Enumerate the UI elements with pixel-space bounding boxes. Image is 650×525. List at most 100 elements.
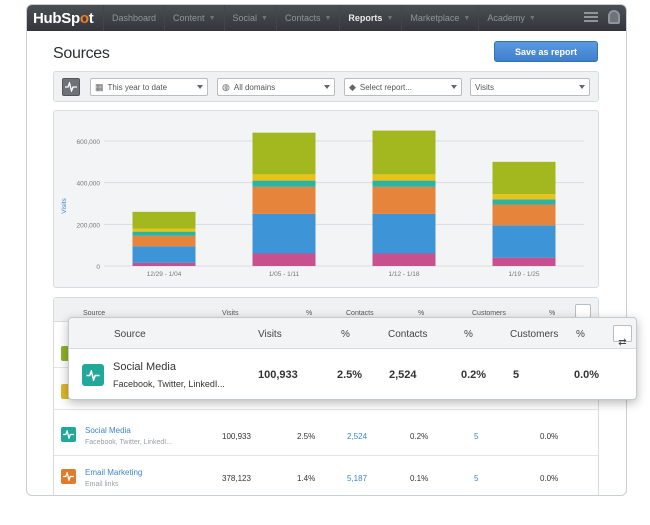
bar-segment — [132, 246, 196, 263]
bar-segment — [372, 253, 436, 266]
nav-right-tools — [584, 10, 620, 24]
nav-item-content[interactable]: Content ▼ — [164, 5, 223, 31]
bar-segment — [252, 180, 316, 187]
bar-segment — [252, 253, 316, 266]
chevron-down-icon — [324, 85, 330, 89]
chevron-down-icon — [197, 85, 203, 89]
y-tick-label: 0 — [96, 264, 100, 271]
chart-panel: 0 200,000 400,000 600,000 Visits 12/29 - 1/04… — [53, 110, 599, 288]
source-name-link[interactable]: Social Media — [85, 426, 131, 435]
contacts-pct-value: 0.1% — [410, 474, 429, 483]
popup-contacts-link[interactable]: 2,524 — [389, 369, 417, 381]
col-contacts-pct: % — [418, 310, 425, 317]
popup-contacts-pct-value: 0.2% — [461, 369, 487, 381]
nav-item-dashboard[interactable]: Dashboard — [103, 5, 164, 31]
chart-toggle-button[interactable] — [62, 78, 80, 96]
bar-segment — [132, 235, 196, 247]
bar-segment — [372, 213, 436, 254]
calendar-icon: ▦ — [95, 81, 104, 92]
x-tick-label: 1/12 - 1/18 — [388, 271, 419, 278]
bar-segment — [492, 161, 556, 195]
chevron-down-icon: ▼ — [208, 14, 216, 22]
col-visits-pct: % — [306, 310, 313, 317]
table-row[interactable]: Social Media Facebook, Twitter, LinkedI.… — [54, 412, 598, 456]
popup-col-contacts: Contacts — [388, 329, 428, 340]
bar-segment — [132, 211, 196, 229]
nav-item-social[interactable]: Social ▼ — [223, 5, 276, 31]
chevron-down-icon: ▼ — [463, 14, 471, 22]
col-source: Source — [83, 310, 106, 317]
pulse-icon — [61, 427, 76, 442]
popup-col-customers-pct: % — [576, 329, 585, 340]
domain-select[interactable]: ◍ All domains — [217, 78, 335, 96]
pulse-icon — [65, 82, 77, 92]
popup-header: Source Visits % Contacts % Customers % ⇄ — [69, 318, 636, 349]
source-name-link[interactable]: Email Marketing — [85, 468, 142, 477]
chevron-down-icon — [579, 85, 585, 89]
table-row[interactable]: Email Marketing Email links 378,123 1.4%… — [54, 456, 598, 495]
popup-source-subtitle: Facebook, Twitter, LinkedI... — [113, 379, 225, 389]
menu-icon[interactable] — [584, 12, 598, 22]
bar-segment — [252, 174, 316, 181]
swap-columns-button[interactable]: ⇄ — [575, 304, 591, 326]
pulse-icon — [82, 364, 104, 386]
hubspot-logo[interactable]: HubSpot — [33, 10, 103, 27]
nav-item-reports[interactable]: Reports ▼ — [339, 5, 401, 31]
popup-customers-pct-value: 0.0% — [574, 369, 600, 381]
bar-segment — [252, 186, 316, 214]
tag-icon: ◆ — [349, 81, 356, 92]
nav-item-contacts[interactable]: Contacts ▼ — [275, 5, 339, 31]
bar-segment — [252, 213, 316, 254]
y-tick-label: 200,000 — [77, 222, 101, 229]
bar-segment — [372, 180, 436, 187]
bar-segment — [132, 262, 196, 266]
visits-pct-value: 2.5% — [297, 432, 316, 441]
report-select[interactable]: ◆ Select report... — [344, 78, 462, 96]
bar-segment — [492, 194, 556, 200]
x-tick-label: 1/19 - 1/25 — [508, 271, 539, 278]
visits-value: 100,933 — [222, 432, 251, 441]
top-navigation: HubSpot Dashboard Content ▼ Social ▼ Conta… — [27, 5, 626, 31]
pulse-icon — [61, 469, 76, 484]
nav-item-academy[interactable]: Academy ▼ — [478, 5, 543, 31]
customers-pct-value: 0.0% — [540, 432, 559, 441]
visits-value: 378,123 — [222, 474, 251, 483]
popup-customers-link[interactable]: 5 — [513, 369, 519, 381]
hover-detail-popup: Source Visits % Contacts % Customers % ⇄… — [68, 317, 637, 400]
save-as-report-button[interactable]: Save as report — [494, 41, 598, 62]
bar-segment — [372, 186, 436, 214]
metric-select[interactable]: Visits — [470, 78, 590, 96]
popup-source-name-link[interactable]: Social Media — [113, 361, 176, 373]
y-tick-label: 400,000 — [77, 181, 101, 188]
bar-segment — [372, 174, 436, 181]
col-contacts: Contacts — [346, 310, 374, 317]
popup-col-visits: Visits — [258, 329, 282, 340]
chevron-down-icon: ▼ — [324, 14, 332, 22]
bar-segment — [252, 132, 316, 175]
bar-segment — [492, 225, 556, 258]
bar-segment — [132, 231, 196, 236]
source-subtitle: Facebook, Twitter, LinkedI... — [85, 439, 173, 446]
bar-segment — [492, 257, 556, 266]
user-avatar-icon[interactable] — [608, 10, 620, 24]
popup-visits-pct-value: 2.5% — [337, 369, 363, 381]
x-tick-label: 12/29 - 1/04 — [147, 271, 182, 278]
chevron-down-icon: ▼ — [386, 14, 394, 22]
chevron-down-icon: ▼ — [261, 14, 268, 22]
customers-link[interactable]: 5 — [474, 474, 478, 483]
contacts-link[interactable]: 2,524 — [347, 432, 367, 441]
popup-col-customers: Customers — [510, 329, 559, 340]
popup-col-source: Source — [114, 329, 146, 340]
col-customers: Customers — [472, 310, 506, 317]
app-window: HubSpot Dashboard Content ▼ Social ▼ Conta… — [26, 4, 627, 496]
date-range-select[interactable]: ▦ This year to date — [90, 78, 208, 96]
nav-item-marketplace[interactable]: Marketplace ▼ — [401, 5, 478, 31]
popup-swap-columns-button[interactable]: ⇄ — [613, 325, 632, 348]
col-visits: Visits — [222, 310, 239, 317]
filter-bar: ▦ This year to date ◍ All domains ◆ Sele… — [53, 71, 599, 102]
customers-link[interactable]: 5 — [474, 432, 478, 441]
globe-icon: ◍ — [222, 81, 230, 92]
customers-pct-value: 0.0% — [540, 474, 559, 483]
contacts-link[interactable]: 5,187 — [347, 474, 367, 483]
col-customers-pct: % — [549, 310, 556, 317]
